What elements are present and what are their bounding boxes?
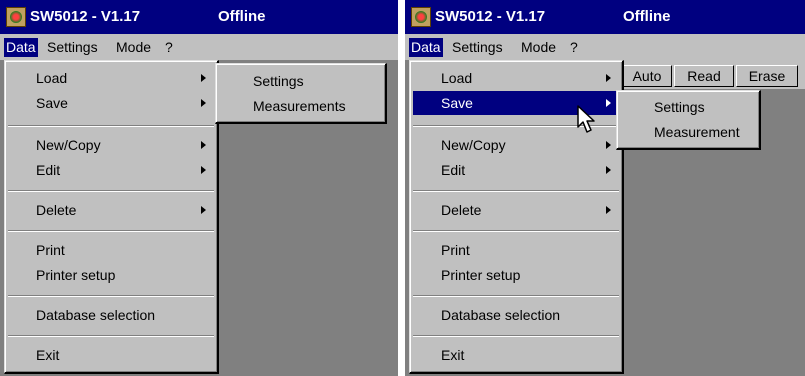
menu-item-printer-setup[interactable]: Printer setup bbox=[8, 263, 214, 287]
menu-item-load[interactable]: Load bbox=[413, 66, 619, 90]
title-bar[interactable]: SW5012 - V1.17 Offline bbox=[405, 0, 805, 34]
menu-item-new-copy[interactable]: New/Copy bbox=[413, 133, 619, 157]
submenu-item-measurement[interactable]: Measurement bbox=[620, 120, 756, 144]
data-menu: Load Save New/Copy Edit Delete Print Pri… bbox=[4, 60, 219, 374]
chevron-right-icon bbox=[201, 141, 206, 149]
left-screenshot: SW5012 - V1.17 Offline Data Settings Mod… bbox=[0, 0, 398, 376]
menu-help[interactable]: ? bbox=[163, 38, 175, 57]
window-title: SW5012 - V1.17 bbox=[30, 8, 141, 25]
menu-separator bbox=[413, 230, 619, 232]
menu-separator bbox=[8, 295, 214, 297]
menu-item-delete[interactable]: Delete bbox=[413, 198, 619, 222]
menu-separator bbox=[413, 295, 619, 297]
chevron-right-icon bbox=[201, 166, 206, 174]
connection-status: Offline bbox=[623, 8, 671, 25]
chevron-right-icon bbox=[606, 74, 611, 82]
menu-separator bbox=[8, 230, 214, 232]
chevron-right-icon bbox=[201, 206, 206, 214]
connection-status: Offline bbox=[218, 8, 266, 25]
menu-mode[interactable]: Mode bbox=[519, 38, 558, 57]
chevron-right-icon bbox=[606, 141, 611, 149]
menu-item-load[interactable]: Load bbox=[8, 66, 214, 90]
app-icon bbox=[411, 7, 431, 27]
menu-settings[interactable]: Settings bbox=[45, 38, 100, 57]
save-submenu: Settings Measurement bbox=[616, 90, 761, 150]
chevron-right-icon bbox=[201, 99, 206, 107]
menu-mode[interactable]: Mode bbox=[114, 38, 153, 57]
chevron-right-icon bbox=[201, 74, 206, 82]
menu-bar: Data Settings Mode ? bbox=[0, 34, 398, 60]
load-submenu: Settings Measurements bbox=[215, 63, 387, 124]
menu-settings[interactable]: Settings bbox=[450, 38, 505, 57]
menu-item-database-selection[interactable]: Database selection bbox=[413, 303, 619, 327]
menu-separator bbox=[413, 190, 619, 192]
submenu-item-settings[interactable]: Settings bbox=[620, 95, 756, 119]
right-screenshot: SW5012 - V1.17 Offline Data Settings Mod… bbox=[405, 0, 805, 376]
menu-item-print[interactable]: Print bbox=[8, 238, 214, 262]
menu-item-printer-setup[interactable]: Printer setup bbox=[413, 263, 619, 287]
read-button[interactable]: Read bbox=[674, 65, 734, 87]
chevron-right-icon bbox=[606, 206, 611, 214]
submenu-item-measurements[interactable]: Measurements bbox=[219, 94, 382, 118]
menu-item-print[interactable]: Print bbox=[413, 238, 619, 262]
chevron-right-icon bbox=[606, 166, 611, 174]
menu-item-new-copy[interactable]: New/Copy bbox=[8, 133, 214, 157]
menu-separator bbox=[8, 190, 214, 192]
menu-separator bbox=[8, 125, 214, 127]
title-bar[interactable]: SW5012 - V1.17 Offline bbox=[0, 0, 398, 34]
mouse-pointer-icon bbox=[577, 105, 595, 133]
menu-data[interactable]: Data bbox=[4, 38, 38, 57]
toolbar: Auto Read Erase bbox=[620, 60, 805, 90]
menu-item-database-selection[interactable]: Database selection bbox=[8, 303, 214, 327]
menu-separator bbox=[8, 335, 214, 337]
menu-item-exit[interactable]: Exit bbox=[8, 343, 214, 367]
image-divider bbox=[398, 0, 405, 376]
submenu-item-settings[interactable]: Settings bbox=[219, 69, 382, 93]
menu-help[interactable]: ? bbox=[568, 38, 580, 57]
menu-item-save[interactable]: Save bbox=[8, 91, 214, 115]
window-title: SW5012 - V1.17 bbox=[435, 8, 546, 25]
chevron-right-icon bbox=[606, 99, 611, 107]
auto-button[interactable]: Auto bbox=[622, 65, 672, 87]
menu-item-exit[interactable]: Exit bbox=[413, 343, 619, 367]
menu-item-edit[interactable]: Edit bbox=[8, 158, 214, 182]
menu-item-delete[interactable]: Delete bbox=[8, 198, 214, 222]
menu-bar: Data Settings Mode ? bbox=[405, 34, 805, 60]
menu-data[interactable]: Data bbox=[409, 38, 443, 57]
menu-item-edit[interactable]: Edit bbox=[413, 158, 619, 182]
app-icon bbox=[6, 7, 26, 27]
menu-separator bbox=[413, 335, 619, 337]
erase-button[interactable]: Erase bbox=[736, 65, 798, 87]
